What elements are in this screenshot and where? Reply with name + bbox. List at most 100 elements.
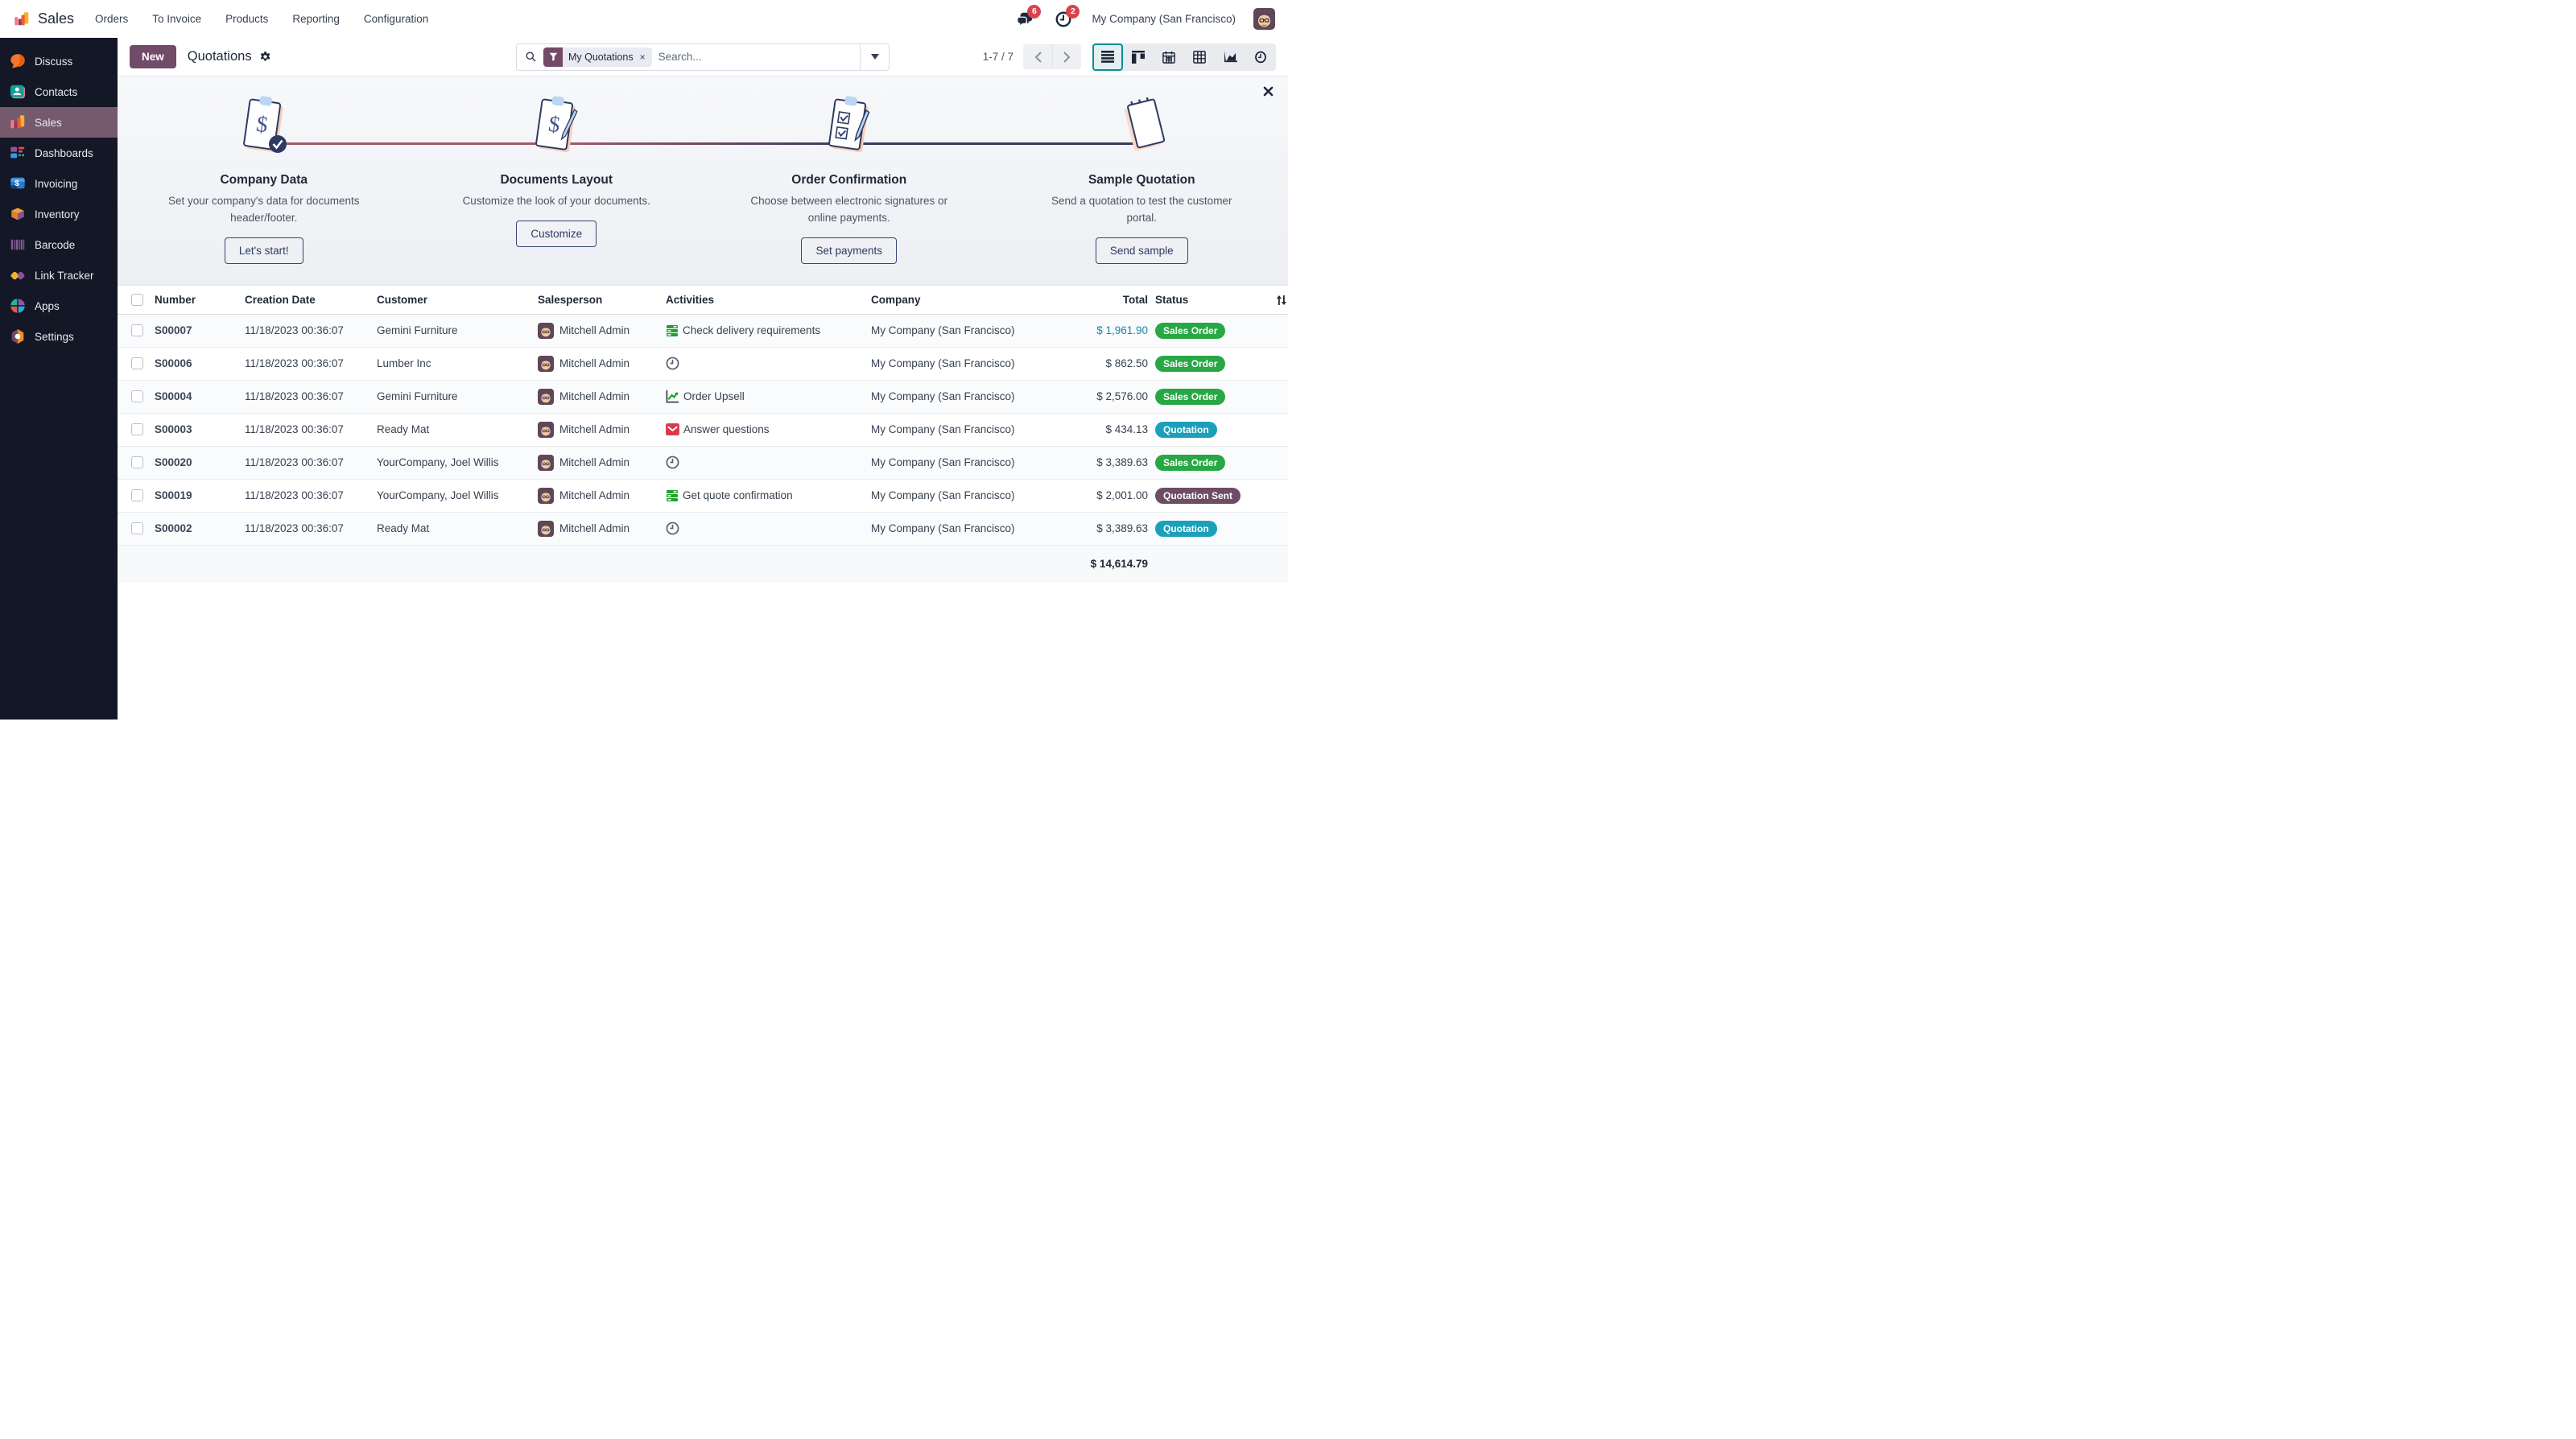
link-tracker-icon	[9, 266, 27, 284]
sidebar-item-sales[interactable]: Sales	[0, 107, 118, 138]
search-icon	[525, 51, 537, 63]
set-payments-button[interactable]: Set payments	[801, 237, 897, 264]
cell-company: My Company (San Francisco)	[871, 390, 1076, 402]
activity-envelope-icon	[666, 423, 679, 435]
brand-name: Sales	[38, 10, 74, 27]
sidebar-item-discuss[interactable]: Discuss	[0, 46, 118, 76]
lets-start-button[interactable]: Let's start!	[225, 237, 303, 264]
table-row[interactable]: S00002 11/18/2023 00:36:07 Ready Mat Mit…	[118, 513, 1288, 546]
header-customer[interactable]: Customer	[377, 294, 538, 306]
activity-cell[interactable]: Get quote confirmation	[666, 489, 871, 502]
cell-creation-date: 11/18/2023 00:36:07	[245, 522, 377, 534]
cell-salesperson: Mitchell Admin	[559, 456, 630, 468]
sidebar-item-settings[interactable]: Settings	[0, 321, 118, 352]
sidebar-item-inventory[interactable]: Inventory	[0, 199, 118, 229]
sidebar-item-contacts[interactable]: Contacts	[0, 76, 118, 107]
table-row[interactable]: S00007 11/18/2023 00:36:07 Gemini Furnit…	[118, 315, 1288, 348]
status-badge: Sales Order	[1155, 455, 1225, 471]
messages-button[interactable]: 6	[1014, 9, 1035, 30]
table-row[interactable]: S00006 11/18/2023 00:36:07 Lumber Inc Mi…	[118, 348, 1288, 381]
onboarding-panel: $ Company Data Set your company's data f…	[118, 76, 1288, 286]
salesperson-avatar	[538, 488, 554, 504]
activity-view-button[interactable]	[1245, 43, 1276, 71]
kanban-view-button[interactable]	[1123, 43, 1154, 71]
menu-orders[interactable]: Orders	[95, 13, 128, 25]
row-checkbox[interactable]	[131, 324, 143, 336]
status-badge: Quotation	[1155, 422, 1217, 438]
header-total[interactable]: Total	[1076, 294, 1148, 306]
header-creation-date[interactable]: Creation Date	[245, 294, 377, 306]
row-checkbox[interactable]	[131, 357, 143, 369]
header-number[interactable]: Number	[155, 294, 245, 306]
facet-label: My Quotations	[563, 52, 639, 63]
sales-app-icon	[13, 10, 31, 28]
menu-to-invoice[interactable]: To Invoice	[152, 13, 201, 25]
menu-configuration[interactable]: Configuration	[364, 13, 428, 25]
pivot-view-button[interactable]	[1184, 43, 1215, 71]
new-button[interactable]: New	[130, 45, 176, 68]
dashboards-icon	[9, 144, 27, 162]
table-row[interactable]: S00004 11/18/2023 00:36:07 Gemini Furnit…	[118, 381, 1288, 414]
activity-cell[interactable]: Order Upsell	[666, 390, 871, 403]
cell-total: $ 862.50	[1076, 357, 1148, 369]
header-activities[interactable]: Activities	[666, 294, 871, 306]
cell-customer: Ready Mat	[377, 522, 538, 534]
activities-button[interactable]: 2	[1053, 9, 1074, 30]
table-row[interactable]: S00020 11/18/2023 00:36:07 YourCompany, …	[118, 447, 1288, 480]
table-header-row: Number Creation Date Customer Salesperso…	[118, 286, 1288, 315]
activity-cell[interactable]	[666, 522, 871, 535]
cell-customer: Lumber Inc	[377, 357, 538, 369]
row-checkbox[interactable]	[131, 522, 143, 534]
sidebar-item-dashboards[interactable]: Dashboards	[0, 138, 118, 168]
facet-remove-icon[interactable]: ×	[639, 52, 652, 63]
search-dropdown-toggle[interactable]	[860, 44, 889, 70]
activity-cell[interactable]	[666, 456, 871, 469]
header-salesperson[interactable]: Salesperson	[538, 294, 666, 306]
header-status[interactable]: Status	[1148, 294, 1269, 306]
row-checkbox[interactable]	[131, 390, 143, 402]
send-sample-button[interactable]: Send sample	[1096, 237, 1188, 264]
select-all-checkbox[interactable]	[131, 294, 143, 306]
sidebar-item-apps[interactable]: Apps	[0, 291, 118, 321]
table-row[interactable]: S00019 11/18/2023 00:36:07 YourCompany, …	[118, 480, 1288, 513]
cell-customer: Ready Mat	[377, 423, 538, 435]
cell-salesperson: Mitchell Admin	[559, 423, 630, 435]
pager-previous-button[interactable]	[1023, 44, 1052, 69]
view-switcher	[1092, 43, 1276, 71]
activity-cell[interactable]	[666, 357, 871, 370]
graph-view-button[interactable]	[1215, 43, 1245, 71]
sidebar-item-label: Apps	[35, 300, 60, 312]
sidebar-item-invoicing[interactable]: $ Invoicing	[0, 168, 118, 199]
search-input[interactable]	[658, 51, 860, 63]
onboarding-step-documents-layout: $ Documents Layout Customize the look of…	[411, 89, 704, 264]
cell-salesperson: Mitchell Admin	[559, 324, 630, 336]
optional-columns-icon[interactable]	[1269, 294, 1288, 306]
menu-reporting[interactable]: Reporting	[292, 13, 340, 25]
status-badge: Sales Order	[1155, 323, 1225, 339]
app-brand[interactable]: Sales	[13, 10, 74, 28]
user-avatar[interactable]	[1253, 8, 1275, 30]
activity-cell[interactable]: Answer questions	[666, 423, 871, 435]
cell-total: $ 434.13	[1076, 423, 1148, 435]
sidebar-item-barcode[interactable]: Barcode	[0, 229, 118, 260]
table-row[interactable]: S00003 11/18/2023 00:36:07 Ready Mat Mit…	[118, 414, 1288, 447]
search-bar[interactable]: My Quotations ×	[516, 43, 890, 71]
row-checkbox[interactable]	[131, 456, 143, 468]
pager-next-button[interactable]	[1052, 44, 1081, 69]
row-checkbox[interactable]	[131, 423, 143, 435]
header-company[interactable]: Company	[871, 294, 1076, 306]
quotation-document-icon	[1113, 89, 1170, 163]
menu-products[interactable]: Products	[225, 13, 268, 25]
control-panel: New Quotations My Quotations ×	[118, 38, 1288, 76]
activity-tasks-icon	[666, 489, 679, 502]
view-settings-gear-icon[interactable]	[259, 51, 271, 63]
sidebar-item-link-tracker[interactable]: Link Tracker	[0, 260, 118, 291]
customize-button[interactable]: Customize	[516, 221, 597, 247]
activity-cell[interactable]: Check delivery requirements	[666, 324, 871, 337]
list-view-button[interactable]	[1092, 43, 1123, 71]
calendar-view-button[interactable]	[1154, 43, 1184, 71]
cell-customer: Gemini Furniture	[377, 390, 538, 402]
company-switcher[interactable]: My Company (San Francisco)	[1092, 13, 1236, 25]
status-badge: Quotation Sent	[1155, 488, 1241, 504]
row-checkbox[interactable]	[131, 489, 143, 501]
